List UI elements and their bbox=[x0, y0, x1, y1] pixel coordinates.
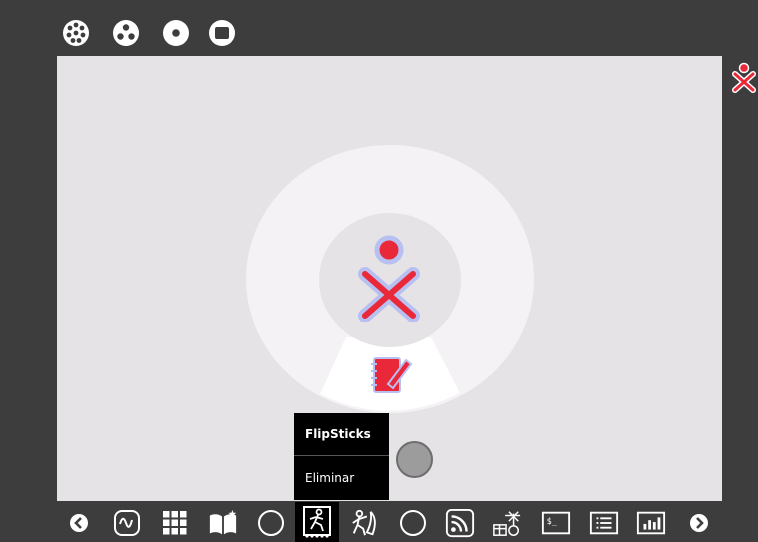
scroll-left-icon[interactable] bbox=[64, 508, 94, 538]
remove-menu-item[interactable]: Eliminar bbox=[294, 456, 389, 500]
activity-palette: FlipSticks Eliminar bbox=[294, 413, 389, 500]
empty-circle-icon[interactable] bbox=[256, 508, 286, 538]
frame-top-bar bbox=[0, 0, 758, 56]
activity-dock: $_ bbox=[0, 501, 758, 542]
flipsticks-dock-icon[interactable] bbox=[295, 502, 339, 542]
news-reader-icon[interactable] bbox=[445, 508, 475, 538]
buddy-xo-icon[interactable] bbox=[353, 234, 425, 326]
measure-icon[interactable] bbox=[112, 508, 142, 538]
palette-title: FlipSticks bbox=[294, 413, 389, 456]
svg-text:$_: $_ bbox=[547, 516, 558, 526]
empty-circle-icon[interactable] bbox=[398, 508, 428, 538]
read-icon[interactable] bbox=[208, 508, 238, 538]
neighborhood-view-icon[interactable] bbox=[62, 19, 90, 47]
memorize-icon[interactable] bbox=[160, 508, 190, 538]
chart-icon[interactable] bbox=[636, 508, 666, 538]
home-view-icon[interactable] bbox=[162, 19, 190, 47]
tamtam-icon[interactable] bbox=[492, 508, 522, 538]
list-icon[interactable] bbox=[589, 508, 619, 538]
flipsticks-activity-icon[interactable] bbox=[368, 354, 414, 402]
activity-view-icon[interactable] bbox=[208, 19, 236, 47]
buddy-circle[interactable] bbox=[396, 441, 433, 478]
group-view-icon[interactable] bbox=[112, 19, 140, 47]
home-canvas bbox=[57, 56, 722, 501]
scroll-right-icon[interactable] bbox=[684, 508, 714, 538]
physics-icon[interactable] bbox=[350, 508, 380, 538]
owner-xo-icon[interactable] bbox=[732, 62, 756, 98]
terminal-icon[interactable]: $_ bbox=[541, 508, 571, 538]
